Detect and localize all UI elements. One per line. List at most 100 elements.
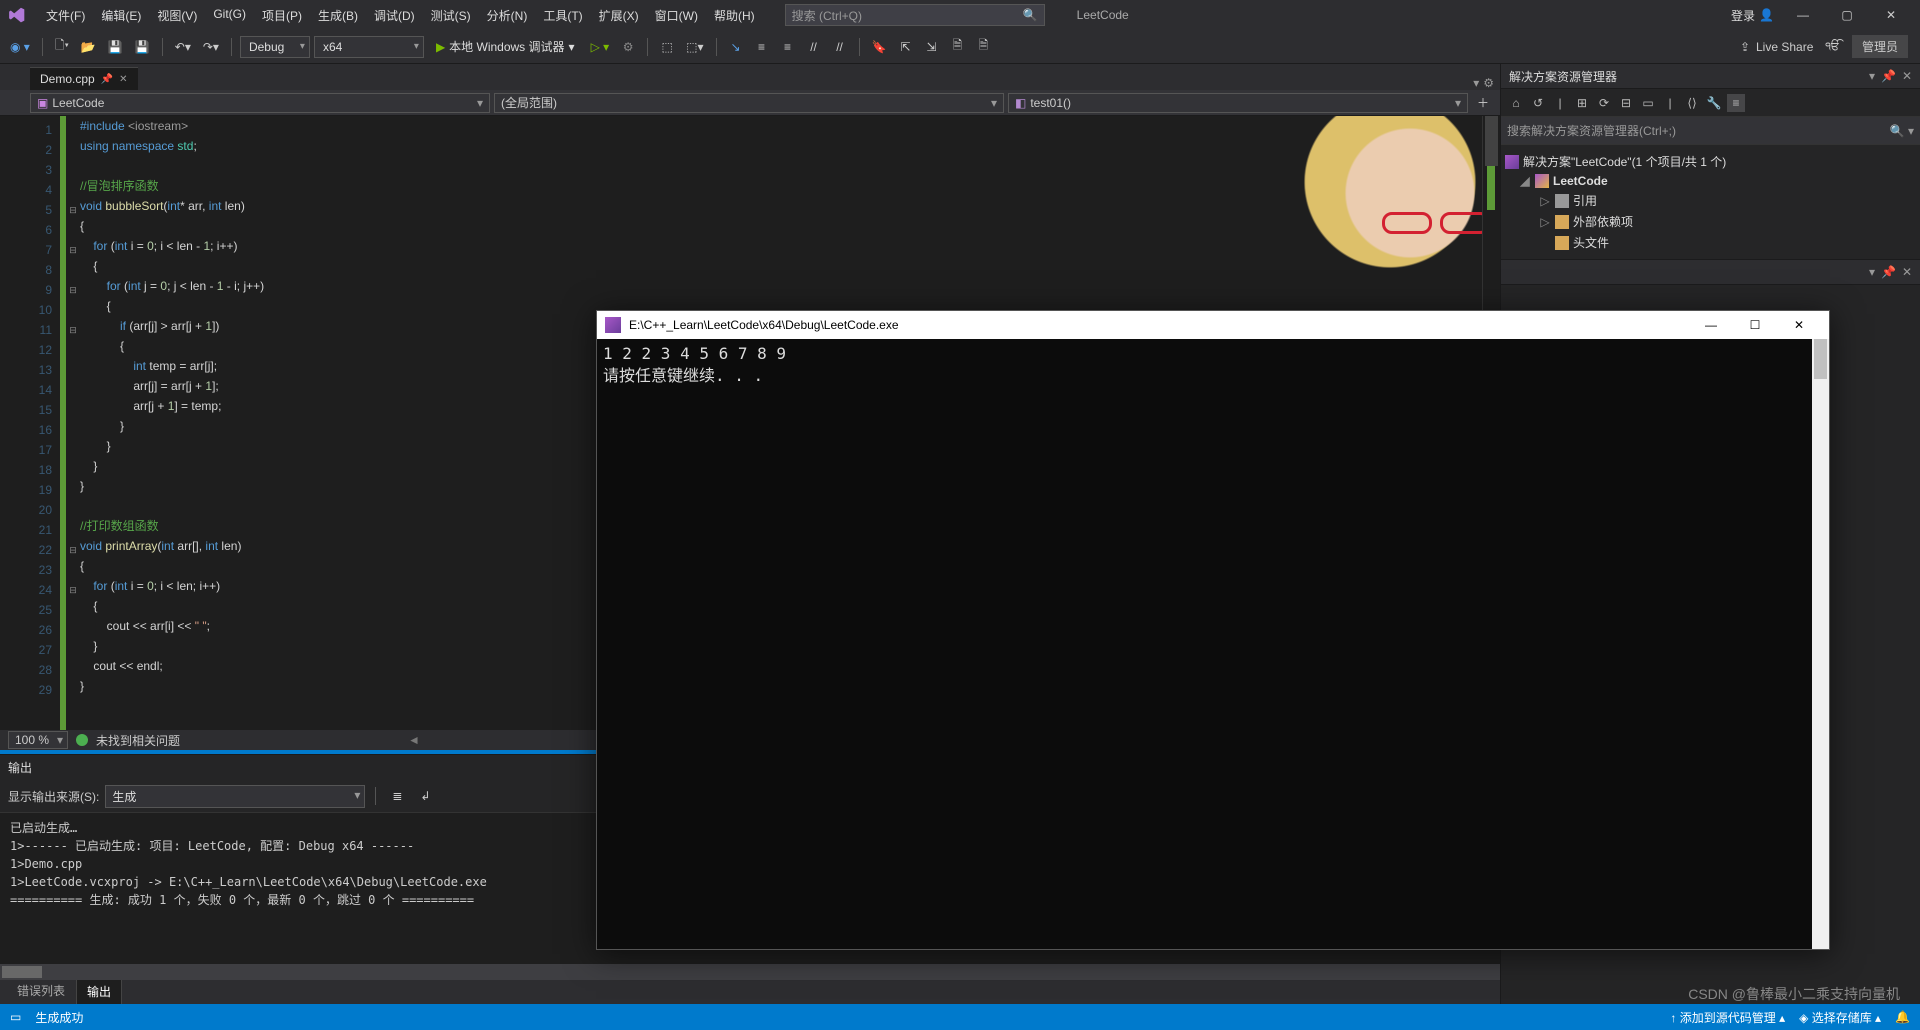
- new-button[interactable]: 🗋▾: [51, 35, 73, 59]
- refresh-icon[interactable]: ⟳: [1595, 94, 1613, 112]
- open-button[interactable]: 📂: [77, 35, 100, 59]
- close-tab-icon[interactable]: ✕: [119, 74, 127, 85]
- menu-分析(N)[interactable]: 分析(N): [479, 3, 536, 28]
- console-body[interactable]: 1 2 2 3 4 5 6 7 8 9 请按任意键继续. . .: [597, 339, 1829, 949]
- back-button[interactable]: ◉ ▾: [6, 35, 34, 59]
- feedback-icon[interactable]: ੴ: [1821, 35, 1844, 59]
- console-window[interactable]: E:\C++_Learn\LeetCode\x64\Debug\LeetCode…: [596, 310, 1830, 950]
- menu-测试(S)[interactable]: 测试(S): [423, 3, 479, 28]
- signin-button[interactable]: 登录 👤: [1731, 7, 1774, 24]
- toolbar-icon-a[interactable]: ⬚: [656, 35, 678, 59]
- admin-badge: 管理员: [1852, 35, 1908, 58]
- config-combo[interactable]: Debug: [240, 36, 310, 58]
- tree-headers-node[interactable]: 头文件: [1505, 232, 1916, 253]
- save-all-button[interactable]: 💾: [131, 35, 154, 59]
- menu-文件(F)[interactable]: 文件(F): [38, 3, 93, 28]
- repo-select-button[interactable]: ◈ 选择存储库 ▴: [1799, 1009, 1881, 1026]
- liveshare-button[interactable]: ⇪Live Share: [1740, 40, 1813, 54]
- menu-项目(P)[interactable]: 项目(P): [254, 3, 310, 28]
- file-tab-demo[interactable]: Demo.cpp 📌 ✕: [30, 67, 138, 90]
- prev-bookmark-icon[interactable]: ⇱: [894, 35, 916, 59]
- view-icon[interactable]: 🔧: [1705, 94, 1723, 112]
- notifications-icon[interactable]: 🔔: [1895, 1010, 1910, 1024]
- tree-references-node[interactable]: ▷引用: [1505, 190, 1916, 211]
- nav-scope-combo[interactable]: ▣LeetCode: [30, 93, 490, 113]
- chevron-down-icon[interactable]: ▾: [1869, 265, 1875, 279]
- close-icon[interactable]: ✕: [1902, 69, 1912, 83]
- split-editor-icon[interactable]: ＋: [1472, 91, 1494, 115]
- output-wrap-icon[interactable]: ↲: [414, 784, 436, 808]
- console-minimize-button[interactable]: ―: [1689, 311, 1733, 339]
- menu-编辑(E)[interactable]: 编辑(E): [93, 3, 149, 28]
- console-scrollbar[interactable]: [1812, 339, 1829, 949]
- pin-icon[interactable]: 📌: [1881, 265, 1896, 279]
- next-bookmark-icon[interactable]: ⇲: [920, 35, 942, 59]
- menu-窗口(W)[interactable]: 窗口(W): [647, 3, 706, 28]
- se-search-input[interactable]: 搜索解决方案资源管理器(Ctrl+;) 🔍 ▾: [1501, 117, 1920, 145]
- close-icon[interactable]: ✕: [1902, 265, 1912, 279]
- step-into-icon[interactable]: ↘: [725, 35, 747, 59]
- start-nodebug-button[interactable]: ▷ ▾: [587, 35, 614, 59]
- menu-扩展(X)[interactable]: 扩展(X): [591, 3, 647, 28]
- chevron-down-icon[interactable]: ▾: [1473, 76, 1479, 90]
- nav-context-combo[interactable]: (全局范围): [494, 93, 1004, 113]
- platform-combo[interactable]: x64: [314, 36, 424, 58]
- nav-member-combo[interactable]: ◧test01(): [1008, 93, 1468, 113]
- tree-external-deps-node[interactable]: ▷外部依赖项: [1505, 211, 1916, 232]
- uncomment-icon[interactable]: //: [829, 35, 851, 59]
- bookmark-icon[interactable]: 🔖: [868, 35, 891, 59]
- solution-tree[interactable]: 解决方案"LeetCode"(1 个项目/共 1 个) ◢LeetCode ▷引…: [1501, 145, 1920, 259]
- start-debug-button[interactable]: ▶本地 Windows 调试器 ▾: [428, 38, 583, 55]
- redo-button[interactable]: ↷▾: [199, 35, 223, 59]
- menu-工具(T)[interactable]: 工具(T): [535, 3, 590, 28]
- tree-project-node[interactable]: ◢LeetCode: [1505, 172, 1916, 190]
- folder-icon: [1555, 236, 1569, 250]
- menu-帮助(H)[interactable]: 帮助(H): [706, 3, 763, 28]
- back-icon[interactable]: ↺: [1529, 94, 1547, 112]
- menu-Git(G)[interactable]: Git(G): [205, 3, 254, 28]
- properties-icon[interactable]: ⟨⟩: [1683, 94, 1701, 112]
- source-control-button[interactable]: ↑ 添加到源代码管理 ▴: [1670, 1009, 1785, 1026]
- output-window-icon[interactable]: ▭: [10, 1010, 21, 1024]
- console-maximize-button[interactable]: ☐: [1733, 311, 1777, 339]
- doc-icon[interactable]: 🗎: [946, 35, 968, 59]
- comment-icon[interactable]: //: [803, 35, 825, 59]
- save-button[interactable]: 💾: [104, 35, 127, 59]
- gear-icon[interactable]: ⚙: [1483, 76, 1494, 90]
- menu-生成(B)[interactable]: 生成(B): [310, 3, 366, 28]
- chevron-down-icon[interactable]: ◢: [1519, 174, 1531, 188]
- file-tab-label: Demo.cpp: [40, 72, 95, 86]
- global-search-input[interactable]: 搜索 (Ctrl+Q) 🔍: [785, 4, 1045, 26]
- left-arrow-icon[interactable]: ◄: [408, 733, 420, 747]
- output-hscrollbar[interactable]: [0, 964, 1500, 980]
- console-close-button[interactable]: ✕: [1777, 311, 1821, 339]
- output-clear-icon[interactable]: ≣: [386, 784, 408, 808]
- chevron-right-icon[interactable]: ▷: [1539, 194, 1551, 208]
- close-button[interactable]: ✕: [1876, 4, 1906, 26]
- outdent-icon[interactable]: ≡: [777, 35, 799, 59]
- minimize-button[interactable]: ―: [1788, 4, 1818, 26]
- chevron-down-icon[interactable]: ▾: [1869, 69, 1875, 83]
- menu-视图(V)[interactable]: 视图(V): [149, 3, 205, 28]
- show-all-icon[interactable]: ▭: [1639, 94, 1657, 112]
- expand-icon[interactable]: ⊞: [1573, 94, 1591, 112]
- maximize-button[interactable]: ▢: [1832, 4, 1862, 26]
- indent-icon[interactable]: ≡: [751, 35, 773, 59]
- pin-icon[interactable]: 📌: [1881, 69, 1896, 83]
- pin-icon[interactable]: 📌: [101, 74, 113, 85]
- chevron-right-icon[interactable]: ▷: [1539, 215, 1551, 229]
- tree-solution-node[interactable]: 解决方案"LeetCode"(1 个项目/共 1 个): [1505, 151, 1916, 172]
- home-icon[interactable]: ⌂: [1507, 94, 1525, 112]
- stop-button[interactable]: ⚙: [617, 35, 639, 59]
- tab-error-list[interactable]: 错误列表: [6, 977, 76, 1004]
- menu-调试(D)[interactable]: 调试(D): [366, 3, 423, 28]
- doc2-icon[interactable]: 🗎: [972, 35, 994, 59]
- undo-button[interactable]: ↶▾: [171, 35, 195, 59]
- tab-output[interactable]: 输出: [76, 978, 122, 1004]
- filter-icon[interactable]: ≡: [1727, 94, 1745, 112]
- toolbar-icon-b[interactable]: ⬚▾: [682, 35, 707, 59]
- console-titlebar[interactable]: E:\C++_Learn\LeetCode\x64\Debug\LeetCode…: [597, 311, 1829, 339]
- collapse-icon[interactable]: ⊟: [1617, 94, 1635, 112]
- zoom-combo[interactable]: 100 %: [8, 731, 68, 749]
- output-source-combo[interactable]: 生成: [105, 785, 365, 808]
